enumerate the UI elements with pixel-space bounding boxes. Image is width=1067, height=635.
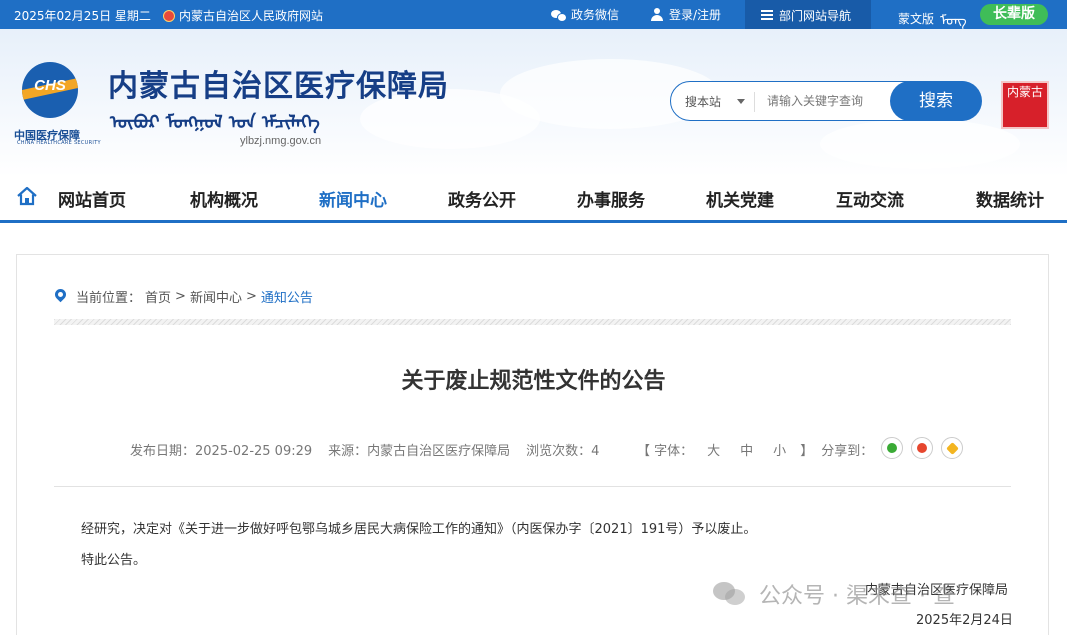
site-header: CHS 中国医疗保障 CHINA HEALTHCARE SECURITY 内蒙古… <box>0 29 1067 177</box>
user-icon <box>651 8 663 21</box>
article-paragraph: 经研究，决定对《关于进一步做好呼包鄂乌城乡居民大病保险工作的通知》（内医保办字〔… <box>81 522 757 537</box>
search-scope-select[interactable]: 搜本站 <box>685 93 721 110</box>
article-title: 关于废止规范性文件的公告 <box>401 369 666 394</box>
site-url: ylbzj.nmg.gov.cn <box>240 135 322 147</box>
content-divider <box>54 486 1011 487</box>
cloud-decoration <box>820 119 1020 169</box>
search-box: 搜本站 搜索 <box>670 81 982 121</box>
nav-item-statistics[interactable]: 数据统计 <box>976 186 1044 211</box>
logo-en-label: CHINA HEALTHCARE SECURITY <box>17 140 101 146</box>
view-count: 浏览次数：4 <box>526 444 600 459</box>
nav-item-news[interactable]: 新闻中心 <box>319 186 387 211</box>
breadcrumb-home[interactable]: 首页 <box>145 287 171 306</box>
wechat-watermark: 公众号 · 渠末查 · 查 <box>713 578 955 610</box>
login-label: 登录/注册 <box>669 8 722 22</box>
nav-item-gov-affairs[interactable]: 政务公开 <box>448 186 516 211</box>
wechat-share-icon[interactable] <box>881 437 904 459</box>
watermark-text: 公众号 · 渠末查 · 查 <box>759 584 955 609</box>
article-tools: 【 字体： 大 中 小 】 分享到： <box>637 437 964 459</box>
favorite-icon[interactable] <box>941 437 964 459</box>
nav-item-interaction[interactable]: 互动交流 <box>836 186 904 211</box>
wechat-watermark-icon <box>713 580 747 608</box>
weibo-share-icon[interactable] <box>911 437 934 459</box>
dept-nav-label: 部门网站导航 <box>779 8 852 23</box>
login-register-link[interactable]: 登录/注册 <box>651 6 721 23</box>
search-button[interactable]: 搜索 <box>890 81 982 121</box>
publish-date: 发布日期：2025-02-25 09:29 <box>130 444 313 459</box>
elder-mode-button[interactable]: 长辈版 <box>980 4 1048 25</box>
site-title-mongolian: ᠥᠪᠥᠷ ᠮᠣᠩᠭᠣᠯ ᠤᠨ ᠡᠮᠴᠢᠯᠡᠭᠡ <box>110 112 320 133</box>
breadcrumb-separator: > <box>175 289 186 304</box>
font-small-button[interactable]: 小 <box>773 440 786 459</box>
home-icon[interactable] <box>16 185 38 207</box>
font-large-button[interactable]: 大 <box>707 440 720 459</box>
breadcrumb-label: 当前位置： <box>76 291 142 306</box>
seal-logo: 内蒙古 <box>1001 81 1049 129</box>
main-nav: 网站首页 机构概况 新闻中心 政务公开 办事服务 机关党建 互动交流 数据统计 <box>0 177 1067 223</box>
gov-site-label: 内蒙古自治区人民政府网站 <box>179 9 324 23</box>
wechat-label: 政务微信 <box>571 8 620 22</box>
nav-item-overview[interactable]: 机构概况 <box>190 186 258 211</box>
share-label: 分享到： <box>821 444 874 459</box>
mongolian-version-link[interactable]: 蒙文版 ᠮᠣᠩ <box>898 6 969 30</box>
breadcrumb-news[interactable]: 新闻中心 <box>190 287 242 306</box>
article-sign-date: 2025年2月24日 <box>916 613 1013 628</box>
breadcrumb-separator: > <box>245 289 257 304</box>
top-utility-bar: 2025年02月25日 星期二 内蒙古自治区人民政府网站 政务微信 登录/注册 … <box>0 0 1067 29</box>
wechat-link[interactable]: 政务微信 <box>551 6 619 23</box>
font-medium-button[interactable]: 中 <box>740 440 753 459</box>
breadcrumb-current[interactable]: 通知公告 <box>261 287 313 306</box>
chs-logo[interactable]: CHS <box>22 62 78 118</box>
mongolian-label: 蒙文版 <box>898 11 935 26</box>
font-size-close: 】 <box>800 444 814 459</box>
chevron-down-icon[interactable] <box>737 99 745 104</box>
article-paragraph: 特此公告。 <box>81 553 147 568</box>
national-emblem-icon <box>163 9 175 22</box>
site-title: 内蒙古自治区医疗保障局 <box>108 69 449 104</box>
nav-item-services[interactable]: 办事服务 <box>577 186 645 211</box>
dept-nav-button[interactable]: 部门网站导航 <box>745 0 871 29</box>
article-meta: 发布日期：2025-02-25 09:29 来源：内蒙古自治区医疗保障局 浏览次… <box>130 440 599 459</box>
logo-text: CHS <box>34 77 66 94</box>
location-pin-icon <box>55 289 66 304</box>
font-size-label: 【 字体： <box>637 444 694 459</box>
current-date: 2025年02月25日 星期二 <box>14 9 151 23</box>
nav-item-home[interactable]: 网站首页 <box>58 186 126 211</box>
gov-site-link[interactable]: 内蒙古自治区人民政府网站 <box>163 7 323 24</box>
menu-icon <box>761 9 773 20</box>
search-separator <box>754 92 755 112</box>
nav-item-party[interactable]: 机关党建 <box>706 186 774 211</box>
breadcrumb: 当前位置： 首页 > 新闻中心 > 通知公告 <box>55 287 313 306</box>
wechat-icon <box>551 9 567 22</box>
hatch-divider <box>54 319 1011 325</box>
search-input[interactable] <box>767 90 887 112</box>
mongolian-script-text: ᠮᠣᠩ <box>940 13 969 29</box>
article-source: 来源：内蒙古自治区医疗保障局 <box>328 444 511 459</box>
